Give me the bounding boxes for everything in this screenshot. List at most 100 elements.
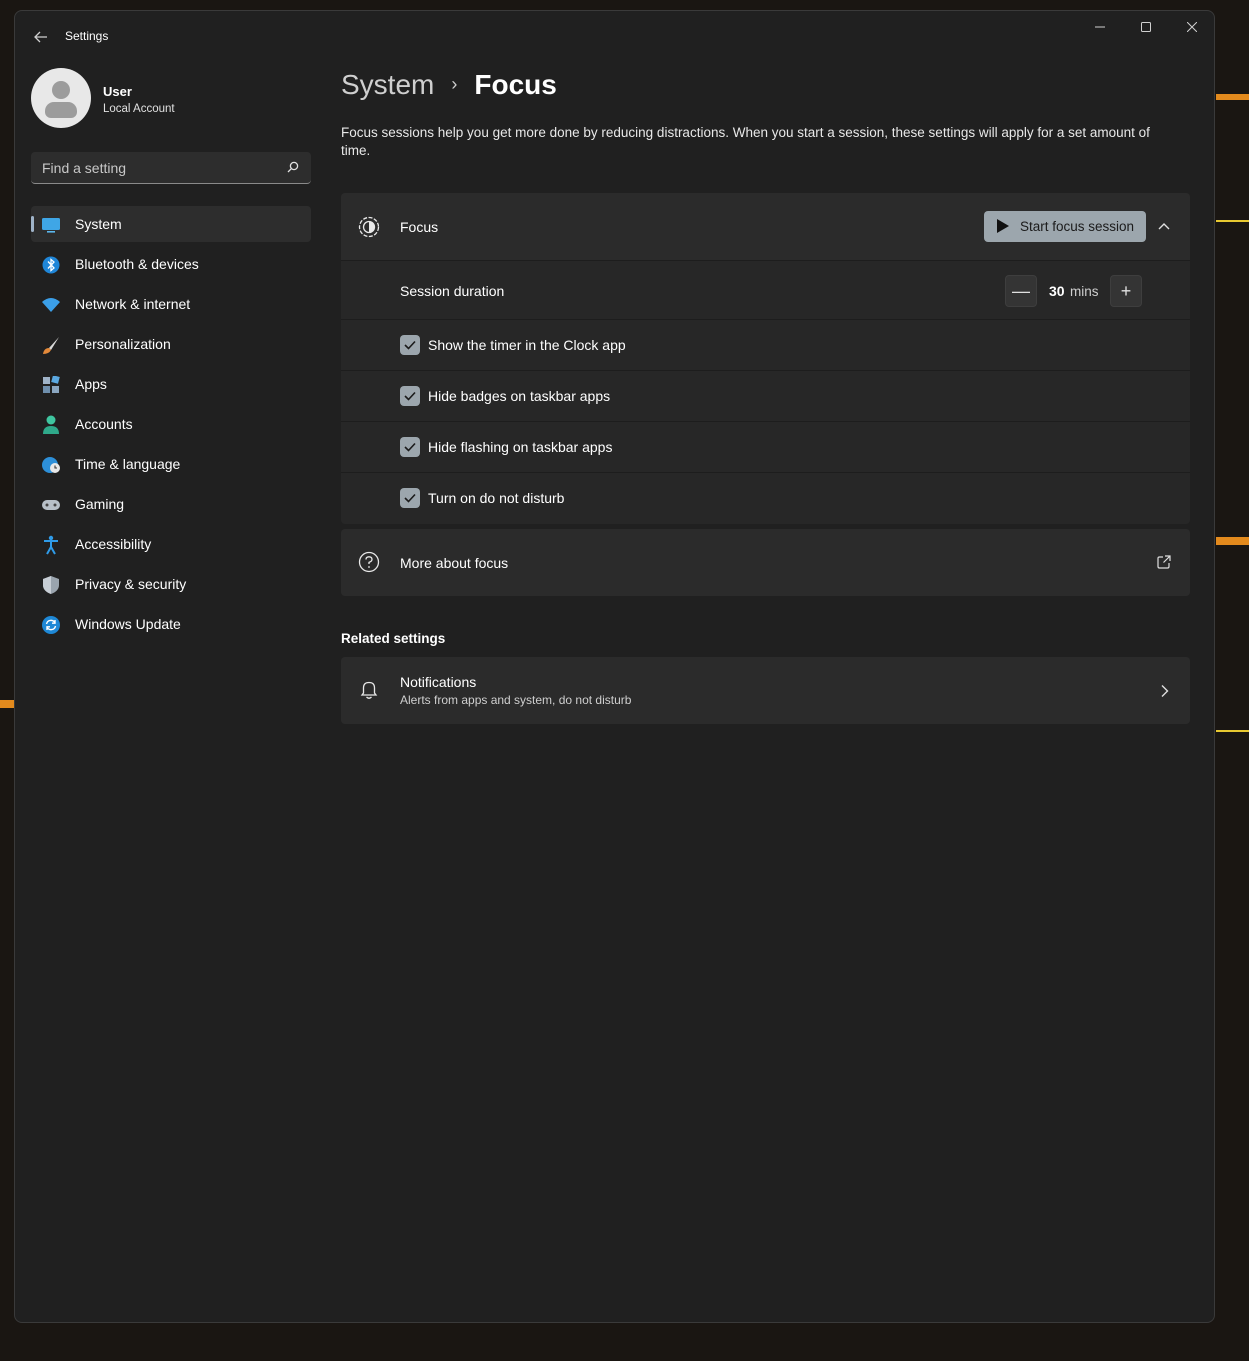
search-input[interactable] — [31, 152, 284, 184]
sidebar-item-time-language[interactable]: Time & language — [31, 446, 311, 482]
chevron-up-icon[interactable] — [1157, 221, 1171, 231]
breadcrumb-separator: › — [451, 74, 458, 94]
wallpaper-line — [1216, 220, 1249, 222]
focus-card: Focus Start focus session Session durati… — [341, 193, 1190, 524]
option-show-timer[interactable]: Show the timer in the Clock app — [341, 320, 1190, 371]
sidebar-item-label: System — [75, 216, 122, 232]
maximize-button[interactable] — [1123, 11, 1169, 43]
sidebar-item-label: Windows Update — [75, 616, 181, 632]
minus-icon: — — [1012, 280, 1030, 301]
sidebar-item-windows-update[interactable]: Windows Update — [31, 606, 311, 642]
user-name: User — [103, 84, 132, 99]
settings-window: Settings User Local Account System — [14, 10, 1215, 1323]
sidebar-item-label: Accessibility — [75, 536, 152, 552]
sidebar-nav: System Bluetooth & devices Network & int… — [31, 206, 311, 646]
wifi-icon — [41, 295, 61, 315]
sidebar-item-label: Gaming — [75, 496, 125, 512]
breadcrumb: System › Focus — [341, 69, 557, 109]
session-duration-label: Session duration — [400, 283, 505, 299]
gamepad-icon — [41, 495, 61, 515]
title-bar: Settings — [15, 11, 1214, 59]
page-description: Focus sessions help you get more done by… — [341, 125, 1150, 158]
wallpaper-line — [1216, 730, 1249, 732]
page-title: Focus — [474, 69, 557, 100]
option-label: Hide badges on taskbar apps — [428, 388, 611, 404]
sidebar-item-label: Personalization — [75, 336, 171, 352]
session-duration-row: Session duration — 30 mins + — [341, 261, 1190, 320]
duration-unit: mins — [1070, 284, 1099, 299]
accessibility-icon — [41, 535, 61, 555]
do-not-disturb-checkbox[interactable] — [400, 488, 420, 508]
apps-icon — [41, 375, 61, 395]
sidebar-item-label: Network & internet — [75, 296, 191, 312]
start-focus-session-button[interactable]: Start focus session — [984, 211, 1146, 242]
increase-duration-button[interactable]: + — [1110, 275, 1142, 307]
shield-icon — [41, 575, 61, 595]
show-timer-checkbox[interactable] — [400, 335, 420, 355]
avatar — [31, 68, 91, 128]
duration-value: 30 — [1049, 283, 1065, 299]
breadcrumb-parent[interactable]: System — [341, 69, 434, 100]
bluetooth-icon — [41, 255, 61, 275]
wallpaper-stripe — [0, 700, 14, 708]
checkmark-icon — [404, 493, 416, 503]
start-focus-session-label: Start focus session — [1020, 219, 1135, 234]
sidebar-item-label: Time & language — [75, 456, 181, 472]
sidebar-item-privacy[interactable]: Privacy & security — [31, 566, 311, 602]
sidebar-item-label: Apps — [75, 376, 107, 392]
help-circle-icon — [358, 551, 380, 573]
focus-title: Focus — [400, 219, 439, 235]
notifications-link[interactable]: Notifications Alerts from apps and syste… — [341, 657, 1190, 724]
decrease-duration-button[interactable]: — — [1005, 275, 1037, 307]
notifications-title: Notifications — [400, 674, 477, 690]
plus-icon: + — [1120, 280, 1132, 301]
sidebar-item-system[interactable]: System — [31, 206, 311, 242]
back-button[interactable] — [29, 25, 53, 49]
notifications-subtitle: Alerts from apps and system, do not dist… — [400, 693, 632, 707]
update-icon — [41, 615, 61, 635]
close-icon — [1187, 22, 1197, 32]
more-about-focus-label: More about focus — [400, 555, 509, 571]
avatar-head — [52, 81, 70, 99]
sidebar-item-personalization[interactable]: Personalization — [31, 326, 311, 362]
focus-icon — [358, 216, 380, 238]
maximize-icon — [1141, 22, 1151, 32]
sidebar-item-network[interactable]: Network & internet — [31, 286, 311, 322]
option-hide-badges[interactable]: Hide badges on taskbar apps — [341, 371, 1190, 422]
wallpaper-stripe — [1216, 94, 1249, 100]
paintbrush-icon — [41, 335, 61, 355]
person-icon — [41, 415, 61, 435]
search-box[interactable] — [31, 152, 311, 184]
minimize-button[interactable] — [1077, 11, 1123, 43]
hide-flashing-checkbox[interactable] — [400, 437, 420, 457]
option-hide-flashing[interactable]: Hide flashing on taskbar apps — [341, 422, 1190, 473]
app-title: Settings — [65, 29, 109, 43]
play-icon — [997, 219, 1009, 233]
sidebar-item-label: Accounts — [75, 416, 133, 432]
checkmark-icon — [404, 442, 416, 452]
sidebar-item-accounts[interactable]: Accounts — [31, 406, 311, 442]
bell-icon — [360, 681, 378, 699]
sidebar-item-apps[interactable]: Apps — [31, 366, 311, 402]
hide-badges-checkbox[interactable] — [400, 386, 420, 406]
wallpaper-stripe — [1216, 537, 1249, 545]
option-do-not-disturb[interactable]: Turn on do not disturb — [341, 473, 1190, 524]
sidebar-item-bluetooth[interactable]: Bluetooth & devices — [31, 246, 311, 282]
globe-clock-icon — [41, 455, 61, 475]
search-icon — [287, 161, 299, 173]
focus-header[interactable]: Focus Start focus session — [341, 193, 1190, 261]
sidebar-item-gaming[interactable]: Gaming — [31, 486, 311, 522]
checkmark-icon — [404, 340, 416, 350]
related-settings-heading: Related settings — [341, 631, 446, 646]
account-type: Local Account — [103, 103, 175, 115]
option-label: Hide flashing on taskbar apps — [428, 439, 613, 455]
close-button[interactable] — [1169, 11, 1214, 43]
back-arrow-icon — [34, 31, 47, 43]
option-label: Turn on do not disturb — [428, 490, 565, 506]
option-label: Show the timer in the Clock app — [428, 337, 626, 353]
sidebar-item-accessibility[interactable]: Accessibility — [31, 526, 311, 562]
checkmark-icon — [404, 391, 416, 401]
chevron-right-icon — [1161, 685, 1169, 697]
more-about-focus-link[interactable]: More about focus — [341, 529, 1190, 596]
sidebar-item-label: Privacy & security — [75, 576, 187, 592]
